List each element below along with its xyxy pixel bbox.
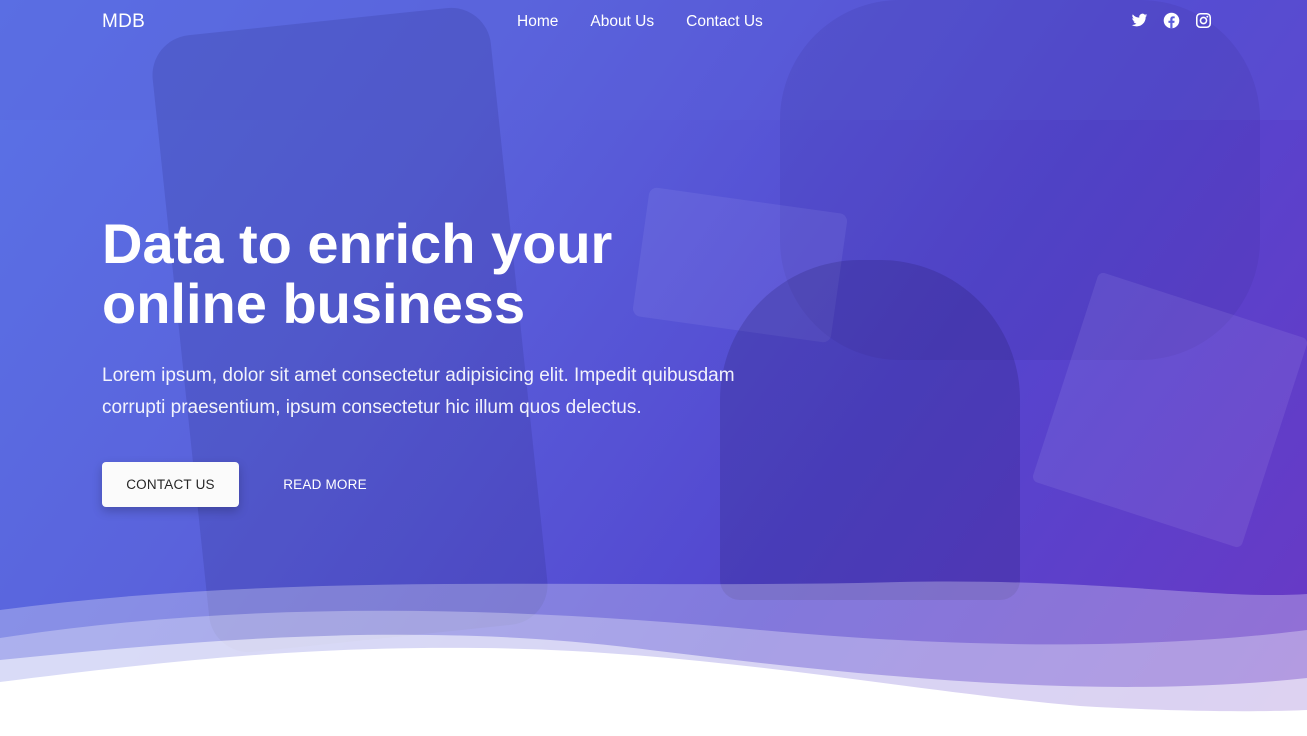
facebook-icon[interactable] [1163, 12, 1180, 29]
wave-divider [0, 581, 1307, 736]
hero-headline: Data to enrich your online business [102, 214, 742, 334]
nav-link-contact-us[interactable]: Contact Us [686, 13, 763, 31]
hero-headline-line2: online business [102, 272, 526, 335]
twitter-icon[interactable] [1131, 12, 1148, 29]
contact-us-button[interactable]: CONTACT US [102, 462, 239, 507]
background-photo-shape [1031, 271, 1307, 549]
hero-section: MDB Home About Us Contact Us Data to enr… [0, 0, 1307, 736]
nav-link-home[interactable]: Home [517, 13, 558, 31]
nav-links: Home About Us Contact Us [517, 13, 763, 31]
hero-headline-line1: Data to enrich your [102, 212, 613, 275]
hero-lead-text: Lorem ipsum, dolor sit amet consectetur … [102, 365, 735, 418]
brand-logo[interactable]: MDB [102, 11, 145, 33]
read-more-button[interactable]: READ MORE [268, 462, 382, 507]
nav-link-about-us[interactable]: About Us [590, 13, 654, 31]
social-links [1131, 12, 1212, 29]
background-photo-shape [780, 0, 1260, 360]
navbar: MDB Home About Us Contact Us [0, 0, 1307, 44]
instagram-icon[interactable] [1195, 12, 1212, 29]
background-photo-shape [720, 260, 1020, 600]
